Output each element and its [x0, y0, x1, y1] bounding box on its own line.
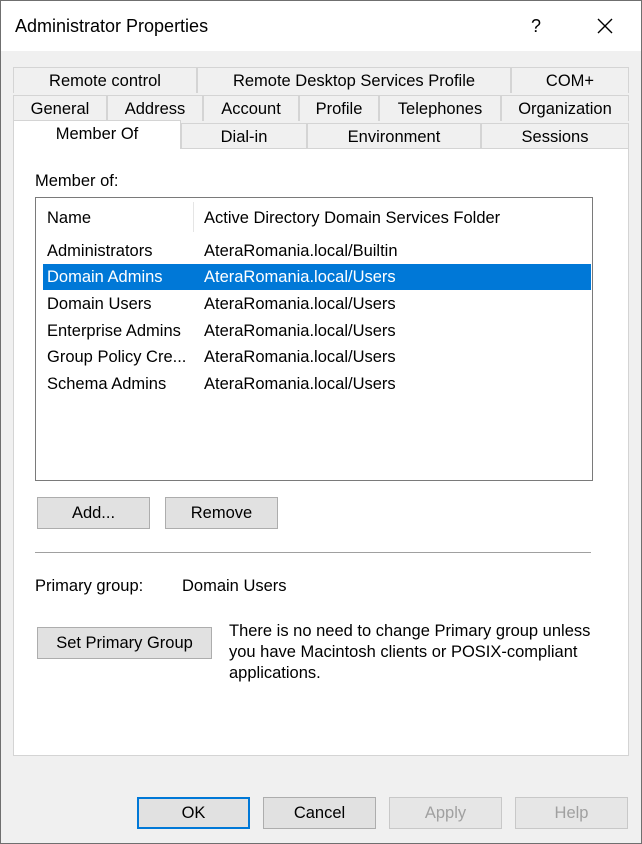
group-folder: AteraRomania.local/Users [204, 375, 396, 393]
remove-button[interactable]: Remove [165, 497, 278, 529]
tab-telephones[interactable]: Telephones [379, 95, 501, 121]
help-footer-button[interactable]: Help [515, 797, 628, 829]
column-divider[interactable] [193, 202, 194, 232]
member-of-list[interactable]: Name Active Directory Domain Services Fo… [35, 197, 593, 481]
column-header-folder[interactable]: Active Directory Domain Services Folder [204, 209, 500, 228]
group-name: Enterprise Admins [47, 322, 181, 340]
tab-remote-control[interactable]: Remote control [13, 67, 197, 93]
list-row[interactable]: Domain Users AteraRomania.local/Users [43, 291, 591, 317]
tab-organization[interactable]: Organization [501, 95, 629, 121]
tab-member-of[interactable]: Member Of [13, 120, 181, 149]
tab-profile[interactable]: Profile [299, 95, 379, 121]
ok-button[interactable]: OK [137, 797, 250, 829]
group-name: Administrators [47, 242, 153, 260]
cancel-button[interactable]: Cancel [263, 797, 376, 829]
group-name: Domain Admins [47, 268, 163, 286]
tab-address[interactable]: Address [107, 95, 203, 121]
group-name: Schema Admins [47, 375, 167, 393]
divider [35, 552, 591, 553]
group-folder: AteraRomania.local/Builtin [204, 242, 398, 260]
set-primary-group-button[interactable]: Set Primary Group [37, 627, 212, 659]
title-bar: Administrator Properties ? [1, 1, 641, 51]
close-button[interactable] [589, 11, 621, 41]
list-row[interactable]: Schema Admins AteraRomania.local/Users [43, 371, 591, 397]
help-button[interactable]: ? [521, 11, 551, 41]
primary-group-value: Domain Users [182, 577, 287, 595]
tab-account[interactable]: Account [203, 95, 299, 121]
tab-remote-desktop-services-profile[interactable]: Remote Desktop Services Profile [197, 67, 511, 93]
group-folder: AteraRomania.local/Users [204, 295, 396, 313]
tab-environment[interactable]: Environment [307, 123, 481, 149]
group-folder: AteraRomania.local/Users [204, 348, 396, 366]
column-header-name[interactable]: Name [47, 209, 91, 228]
window-title: Administrator Properties [15, 16, 209, 36]
group-folder: AteraRomania.local/Users [204, 268, 396, 286]
tab-com-plus[interactable]: COM+ [511, 67, 629, 93]
member-of-label: Member of: [35, 172, 119, 190]
tab-dial-in[interactable]: Dial-in [181, 123, 307, 149]
primary-group-info: There is no need to change Primary group… [229, 622, 591, 682]
add-button[interactable]: Add... [37, 497, 150, 529]
primary-group-label: Primary group: [35, 577, 144, 595]
list-row[interactable]: Enterprise Admins AteraRomania.local/Use… [43, 318, 591, 344]
group-name: Group Policy Cre... [47, 348, 187, 366]
tab-general[interactable]: General [13, 95, 107, 121]
apply-button[interactable]: Apply [389, 797, 502, 829]
group-folder: AteraRomania.local/Users [204, 322, 396, 340]
tab-sessions[interactable]: Sessions [481, 123, 629, 149]
list-row-selected[interactable]: Domain Admins AteraRomania.local/Users [43, 264, 591, 290]
list-row[interactable]: Group Policy Cre... AteraRomania.local/U… [43, 344, 591, 370]
properties-dialog: Administrator Properties ? Remote contro… [0, 0, 642, 844]
list-row[interactable]: Administrators AteraRomania.local/Builti… [43, 238, 591, 264]
group-name: Domain Users [47, 295, 152, 313]
close-icon [597, 18, 613, 34]
